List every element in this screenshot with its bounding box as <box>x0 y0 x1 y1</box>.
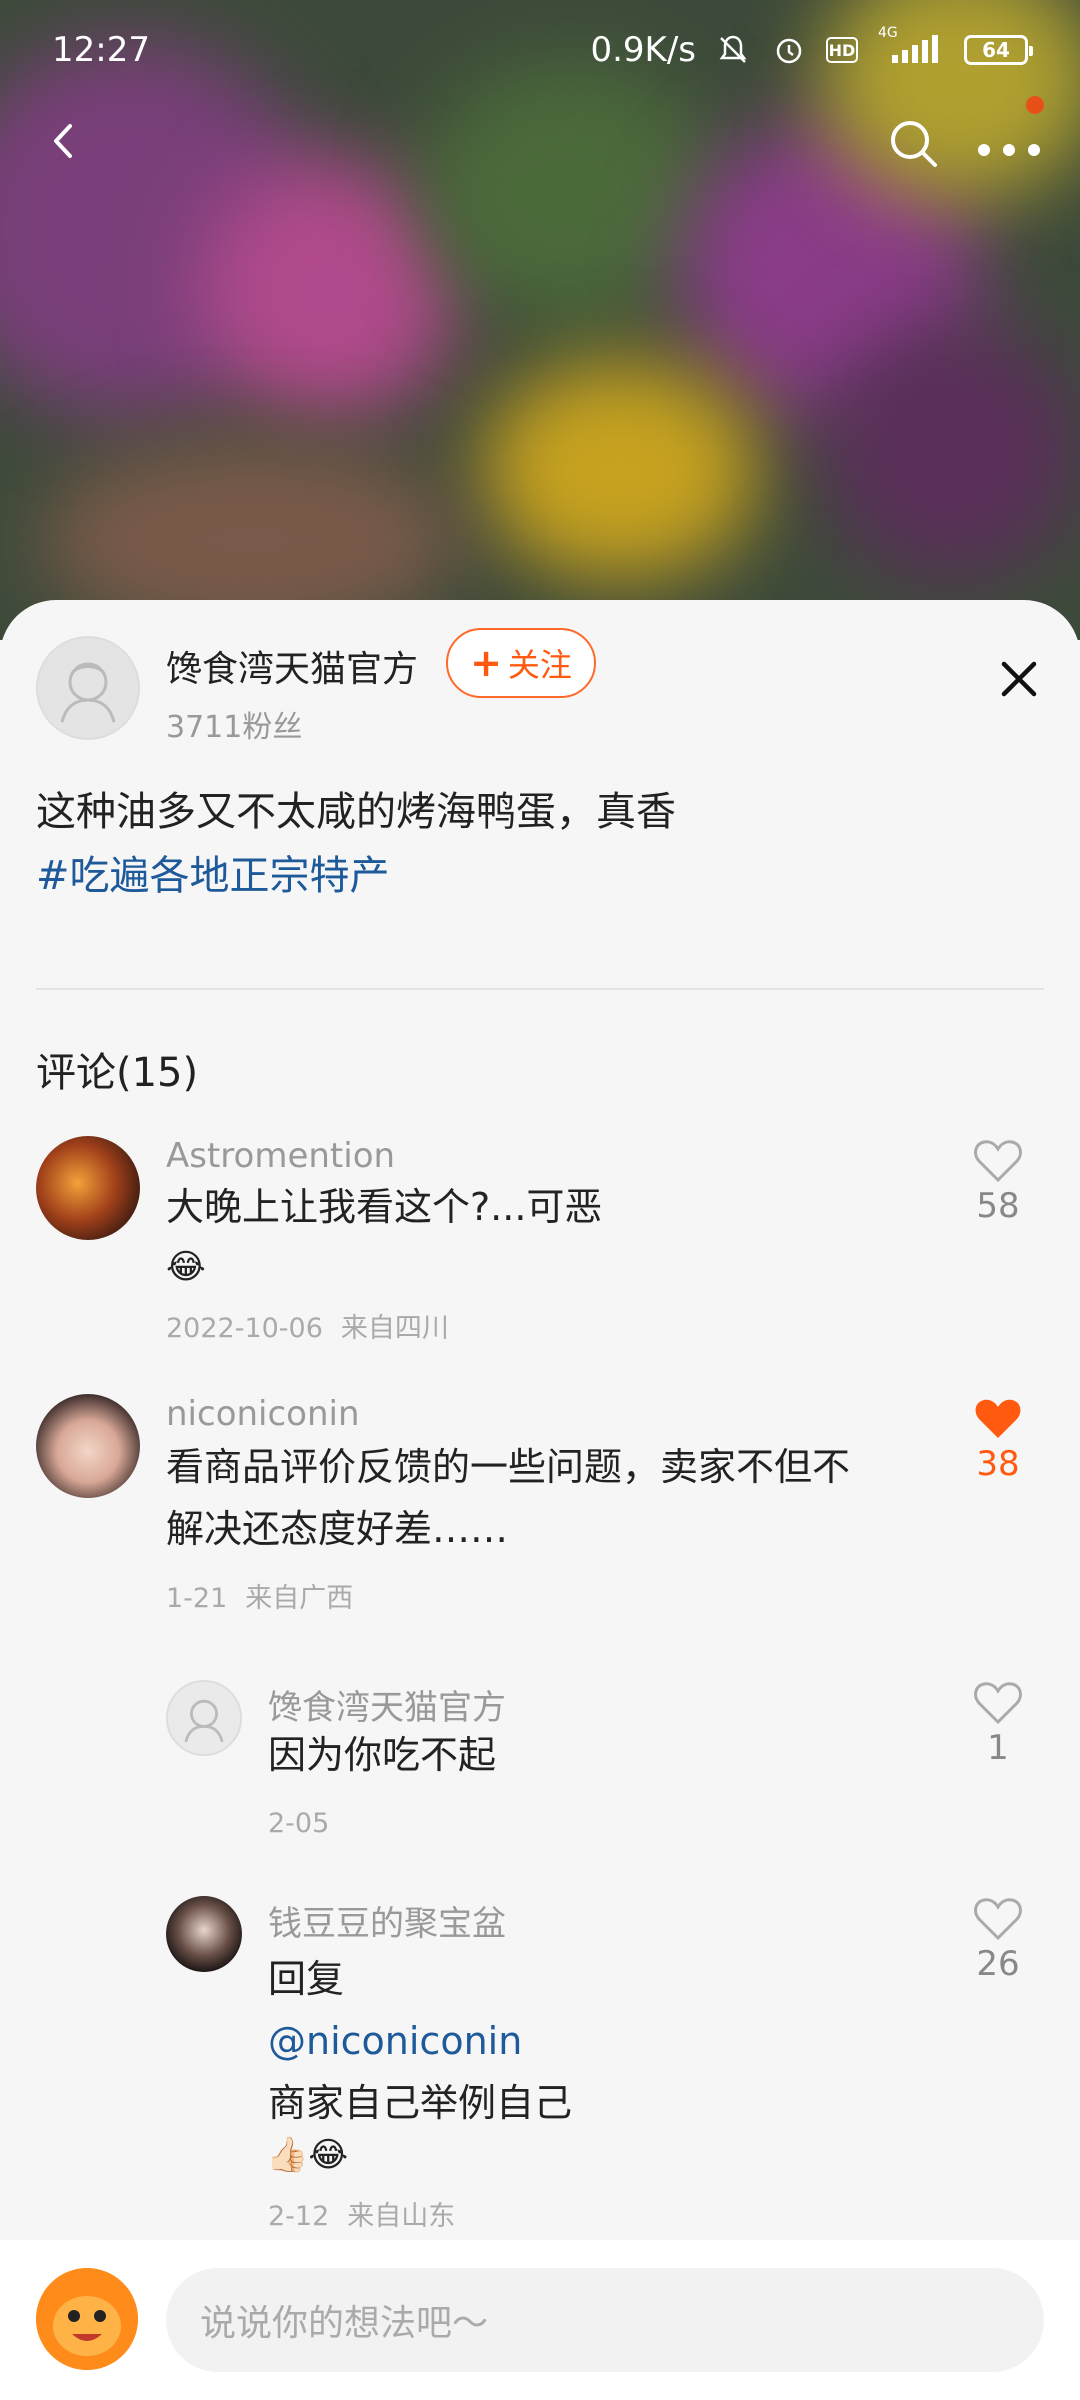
commenter-name[interactable]: niconiconin <box>166 1394 360 1434</box>
reply-location: 来自山东 <box>347 2201 456 2232</box>
reply-text: 因为你吃不起 <box>268 1733 497 1777</box>
search-icon[interactable] <box>886 116 940 170</box>
like-button[interactable]: 1 <box>968 1680 1028 1768</box>
fans-count: 3711粉丝 <box>166 710 303 745</box>
status-bar: 12:27 0.9K/s HD 4G 64 <box>0 0 1080 100</box>
author-avatar[interactable] <box>36 636 140 740</box>
reply-mention[interactable]: @niconiconin <box>268 2010 522 2072</box>
like-button[interactable]: 38 <box>968 1396 1028 1484</box>
reply-text-line1: 回复 <box>268 1957 345 2001</box>
comment-date: 1-21 <box>166 1583 228 1614</box>
mute-bell-icon <box>714 33 752 67</box>
post-hashtag[interactable]: #吃遍各地正宗特产 <box>36 844 676 908</box>
comment-date: 2022-10-06 <box>166 1313 323 1344</box>
heart-outline-icon <box>974 1140 1022 1183</box>
like-count: 26 <box>976 1944 1020 1984</box>
post-body: 这种油多又不太咸的烤海鸭蛋，真香 #吃遍各地正宗特产 <box>36 780 676 908</box>
user-avatar[interactable] <box>36 2268 138 2370</box>
chevron-left-icon[interactable] <box>40 116 90 166</box>
more-dots-icon[interactable] <box>974 116 1044 170</box>
top-nav <box>0 100 1080 180</box>
like-count: 1 <box>987 1728 1009 1768</box>
comment-emoji: 😂 <box>166 1247 206 1287</box>
like-button[interactable]: 58 <box>968 1138 1028 1226</box>
replier-avatar[interactable] <box>166 1680 242 1756</box>
commenter-avatar[interactable] <box>36 1136 140 1240</box>
comment-text: 大晚上让我看这个?...可恶 <box>166 1185 603 1229</box>
alarm-icon <box>770 33 808 67</box>
comment-location: 来自广西 <box>245 1583 354 1614</box>
comment-location: 来自四川 <box>340 1313 449 1344</box>
author-row: 馋食湾天猫官方 + 关注 3711粉丝 <box>36 628 1044 746</box>
like-count: 58 <box>976 1186 1020 1226</box>
heart-outline-icon <box>974 1682 1022 1725</box>
status-time: 12:27 <box>52 30 150 70</box>
follow-button[interactable]: + 关注 <box>446 628 596 698</box>
comment-meta: 1-21 来自广西 <box>166 1576 353 1615</box>
comment-meta: 2022-10-06 来自四川 <box>166 1306 449 1345</box>
commenter-name[interactable]: Astromention <box>166 1136 395 1176</box>
notification-dot <box>1026 96 1044 114</box>
replier-name[interactable]: 钱豆豆的聚宝盆 <box>268 1896 506 1945</box>
comments-title: 评论(15) <box>36 1050 199 1096</box>
comment-text-line2: 解决还态度好差…… <box>166 1507 509 1551</box>
post-text: 这种油多又不太咸的烤海鸭蛋，真香 <box>36 789 676 835</box>
author-name[interactable]: 馋食湾天猫官方 <box>166 640 418 692</box>
reply-meta: 2-12 来自山东 <box>268 2194 455 2233</box>
comment-text-line1: 看商品评价反馈的一些问题，卖家不但不 <box>166 1445 851 1489</box>
replier-avatar[interactable] <box>166 1896 242 1972</box>
like-count: 38 <box>976 1444 1020 1484</box>
plus-icon: + <box>470 641 502 685</box>
comment-input[interactable]: 说说你的想法吧～ <box>166 2268 1044 2372</box>
comment-sheet: 馋食湾天猫官方 + 关注 3711粉丝 这种油多又不太咸的烤海鸭蛋，真香 #吃遍… <box>0 600 1080 2400</box>
commenter-avatar[interactable] <box>36 1394 140 1498</box>
battery-icon: 64 <box>964 35 1033 65</box>
heart-outline-icon <box>974 1898 1022 1941</box>
reply-emoji: 👍🏻😂 <box>266 2135 349 2175</box>
like-button[interactable]: 26 <box>968 1896 1028 1984</box>
comment-input-placeholder: 说说你的想法吧～ <box>200 2303 489 2344</box>
divider <box>36 988 1044 990</box>
replier-name[interactable]: 馋食湾天猫官方 <box>268 1680 506 1729</box>
follow-label: 关注 <box>507 646 572 684</box>
reply-meta: 2-05 <box>268 1808 329 1839</box>
close-icon[interactable] <box>994 654 1044 704</box>
comment-input-bar: 说说你的想法吧～ <box>0 2240 1080 2400</box>
reply-date: 2-12 <box>268 2201 330 2232</box>
heart-filled-icon <box>975 1399 1021 1438</box>
reply-date: 2-05 <box>268 1808 330 1839</box>
signal-icon: 4G <box>876 25 946 67</box>
hd-icon: HD <box>826 37 858 63</box>
network-speed: 0.9K/s <box>590 30 696 70</box>
